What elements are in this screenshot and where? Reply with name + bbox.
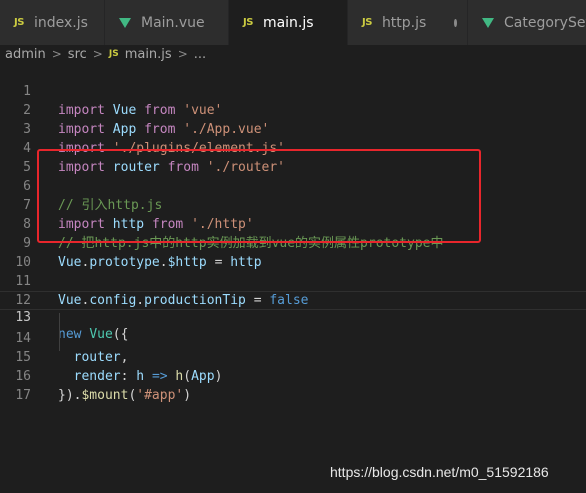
code-editor[interactable]: 1 import Vue from 'vue' 2 import App fro… xyxy=(0,63,586,493)
vue-file-icon xyxy=(119,17,131,28)
code-line[interactable]: 2 import App from './App.vue' xyxy=(0,82,586,137)
breadcrumb-folder-admin[interactable]: admin xyxy=(5,47,46,62)
tab-label: CategorySet.vu xyxy=(504,14,586,31)
indent-guide xyxy=(59,313,60,351)
tab-label: index.js xyxy=(33,14,88,31)
code-line[interactable]: 3 import './plugins/element.js' xyxy=(0,101,586,156)
tab-main-vue[interactable]: Main.vue xyxy=(105,0,229,45)
breadcrumb: admin > src > JS main.js > ... xyxy=(0,45,586,63)
code-line[interactable]: 12 xyxy=(0,272,586,308)
chevron-right-icon: > xyxy=(92,47,103,61)
code-line[interactable]: 14 router, xyxy=(0,310,586,365)
code-line[interactable]: 15 render: h => h(App) xyxy=(0,329,586,384)
chevron-right-icon: > xyxy=(177,47,188,61)
code-line[interactable]: 11 Vue.config.productionTip = false xyxy=(0,253,586,308)
code-line[interactable]: 4 import router from './router' xyxy=(0,120,586,175)
javascript-file-icon: JS xyxy=(14,17,24,28)
tab-label: Main.vue xyxy=(141,14,205,31)
tab-label: http.js xyxy=(381,14,427,31)
javascript-file-icon: JS xyxy=(243,17,253,28)
chevron-right-icon: > xyxy=(51,47,62,61)
line-number: 17 xyxy=(15,388,31,403)
unsaved-dot-icon[interactable] xyxy=(454,18,457,27)
tab-label: main.js xyxy=(262,14,314,31)
code-line[interactable]: 1 import Vue from 'vue' xyxy=(0,63,586,118)
string-literal: '#app' xyxy=(136,388,184,403)
code-line[interactable]: 17 xyxy=(0,367,586,403)
javascript-file-icon: JS xyxy=(108,49,119,59)
breadcrumb-file[interactable]: main.js xyxy=(125,47,172,62)
watermark: https://blog.csdn.net/m0_51592186 xyxy=(330,464,549,480)
bracket: }) xyxy=(58,388,74,403)
tab-main-js[interactable]: JS main.js xyxy=(229,0,348,45)
code-line-current[interactable]: 13 new Vue({ xyxy=(0,291,586,342)
breadcrumb-folder-src[interactable]: src xyxy=(68,47,87,62)
javascript-file-icon: JS xyxy=(362,17,372,28)
red-highlight-box xyxy=(37,149,481,243)
function-name: $mount xyxy=(81,388,129,403)
tab-index-js[interactable]: JS index.js xyxy=(0,0,105,45)
editor-tab-bar: JS index.js Main.vue JS main.js JS http.… xyxy=(0,0,586,45)
tab-http-js[interactable]: JS http.js xyxy=(348,0,468,45)
breadcrumb-symbol[interactable]: ... xyxy=(194,47,206,62)
tab-categoryset-vue[interactable]: CategorySet.vu xyxy=(468,0,586,45)
code-line[interactable]: 16 }).$mount('#app') xyxy=(0,348,586,403)
vue-file-icon xyxy=(482,17,494,28)
